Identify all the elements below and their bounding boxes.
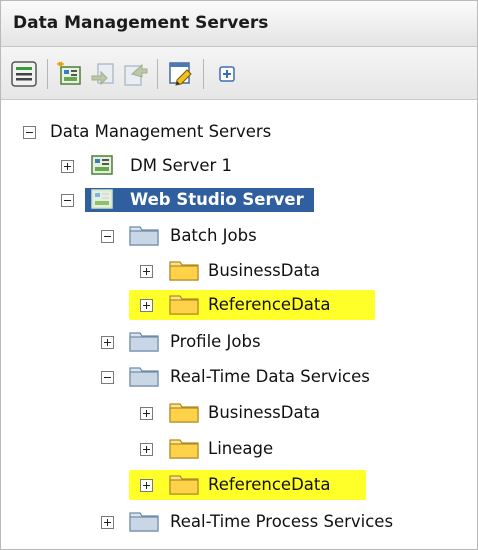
tree-node-rt-lineage[interactable]: Lineage <box>1 432 471 466</box>
tree-node-label: Lineage <box>208 439 274 458</box>
tree-node-rt-referencedata[interactable]: ReferenceData <box>1 468 471 502</box>
tree-node-dm-server-1[interactable]: DM Server 1 <box>1 149 471 183</box>
new-server-icon[interactable] <box>56 60 84 88</box>
toolbar-separator <box>203 59 204 89</box>
tree-node-label: Web Studio Server <box>130 190 304 209</box>
folder-icon <box>169 401 199 423</box>
folder-icon <box>169 293 199 315</box>
data-management-servers-panel: Data Management Servers Data Management … <box>0 0 478 550</box>
tree-node-batch-jobs[interactable]: Batch Jobs <box>1 219 471 253</box>
tree-node-batch-referencedata[interactable]: ReferenceData <box>1 288 471 322</box>
tree-node-label: Real-Time Process Services <box>170 512 394 531</box>
import-icon[interactable] <box>89 60 117 88</box>
tree-node-label: Real-Time Data Services <box>170 367 370 386</box>
expand-icon[interactable] <box>140 265 153 278</box>
tree-node-label: Data Management Servers <box>50 122 272 141</box>
toolbar-separator <box>47 59 48 89</box>
toolbar <box>1 47 477 100</box>
tree-node-label: BusinessData <box>208 403 321 422</box>
folder-icon <box>129 365 159 387</box>
server-icon <box>89 188 115 210</box>
folder-icon <box>169 259 199 281</box>
tree-node-label: ReferenceData <box>208 475 331 494</box>
collapse-icon[interactable] <box>101 371 114 384</box>
export-icon[interactable] <box>122 60 150 88</box>
edit-icon[interactable] <box>167 60 195 88</box>
toolbar-separator <box>157 59 158 89</box>
collapse-icon[interactable] <box>61 194 74 207</box>
tree-node-batch-businessdata[interactable]: BusinessData <box>1 254 471 288</box>
tree-node-label: ReferenceData <box>208 295 331 314</box>
properties-icon[interactable] <box>10 60 38 88</box>
tree-node-label: DM Server 1 <box>130 156 233 175</box>
tree-node-label: Batch Jobs <box>170 226 257 245</box>
tree-node-rt-businessdata[interactable]: BusinessData <box>1 396 471 430</box>
expand-icon[interactable] <box>140 299 153 312</box>
collapse-icon[interactable] <box>101 230 114 243</box>
expand-icon[interactable] <box>61 160 74 173</box>
tree-node-web-studio-server[interactable]: Web Studio Server <box>1 183 471 217</box>
folder-icon <box>129 224 159 246</box>
expand-icon[interactable] <box>101 336 114 349</box>
tree-node-profile-jobs[interactable]: Profile Jobs <box>1 325 471 359</box>
folder-icon <box>169 437 199 459</box>
folder-icon <box>169 473 199 495</box>
tree-node-realtime-data-services[interactable]: Real-Time Data Services <box>1 360 471 394</box>
tree-node-root[interactable]: Data Management Servers <box>1 115 471 149</box>
tree-node-label: Profile Jobs <box>170 332 261 351</box>
expand-icon[interactable] <box>140 407 153 420</box>
expand-icon[interactable] <box>101 516 114 529</box>
collapse-icon[interactable] <box>23 126 36 139</box>
tree-node-realtime-process-services[interactable]: Real-Time Process Services <box>1 505 471 539</box>
expand-icon[interactable] <box>140 479 153 492</box>
panel-title: Data Management Servers <box>1 1 477 47</box>
folder-icon <box>129 510 159 532</box>
server-icon <box>89 154 115 176</box>
expand-all-icon[interactable] <box>213 60 241 88</box>
expand-icon[interactable] <box>140 443 153 456</box>
tree-node-label: BusinessData <box>208 261 321 280</box>
folder-icon <box>129 330 159 352</box>
